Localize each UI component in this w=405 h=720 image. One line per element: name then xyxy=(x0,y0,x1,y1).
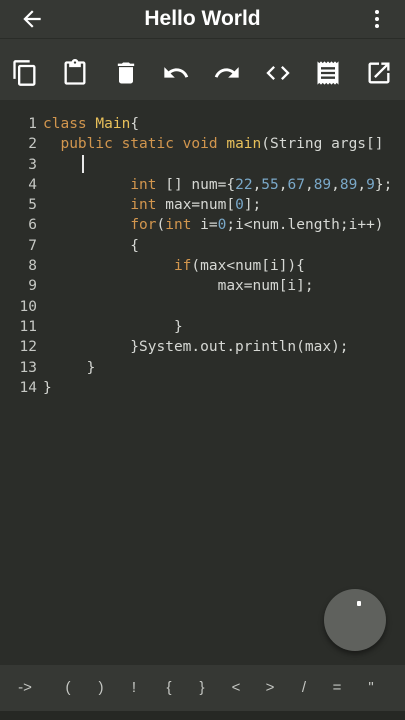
code-text: int max=num[0]; xyxy=(43,195,261,215)
editor-toolbar xyxy=(0,38,405,101)
code-token: , xyxy=(304,176,314,193)
symbol-key[interactable]: / xyxy=(289,677,319,699)
code-token: if xyxy=(173,258,192,275)
undo-icon[interactable] xyxy=(162,59,190,87)
code-token: 89 xyxy=(313,176,332,193)
code-token: max=num[i]; xyxy=(43,278,314,295)
code-token: } xyxy=(43,359,96,376)
code-token: } xyxy=(43,379,52,396)
code-token: 89 xyxy=(339,176,358,193)
symbol-key[interactable]: } xyxy=(187,677,217,699)
code-token: int xyxy=(130,176,157,193)
delete-icon[interactable] xyxy=(112,59,140,87)
run-icon xyxy=(357,601,361,606)
line-number: 7 xyxy=(28,237,37,254)
code-token: , xyxy=(331,176,340,193)
code-token: (String args[] xyxy=(261,136,384,153)
symbol-key[interactable]: " xyxy=(356,677,386,699)
line-number: 5 xyxy=(28,197,37,214)
code-token: for xyxy=(130,217,157,234)
symbol-key[interactable]: > xyxy=(255,677,285,699)
code-editor-app: Hello World 1 class Main{2 public stati… xyxy=(0,0,405,720)
code-text: class Main{ xyxy=(43,114,139,134)
code-text: } xyxy=(43,358,96,378)
code-token: Main xyxy=(95,116,131,132)
code-text: max=num[i]; xyxy=(43,276,314,296)
more-vert-icon[interactable] xyxy=(365,7,389,31)
code-token: 22 xyxy=(235,176,253,193)
line-number: 1 xyxy=(28,116,37,132)
page-title: Hello World xyxy=(144,7,261,30)
code-text: } xyxy=(43,378,52,398)
code-token: max=num[ xyxy=(156,197,236,214)
code-text: { xyxy=(43,236,139,256)
code-token: 55 xyxy=(261,176,279,193)
line-number: 13 xyxy=(19,359,37,376)
symbol-key[interactable]: ( xyxy=(53,677,83,699)
open-external-icon[interactable] xyxy=(365,59,393,87)
code-text: }System.out.println(max); xyxy=(43,337,349,357)
paste-icon[interactable] xyxy=(61,59,89,87)
symbol-bar: -> ()!{} < > / = " xyxy=(0,665,405,711)
line-number: 8 xyxy=(28,258,37,275)
code-text: for(int i=0;i<num.length;i++) xyxy=(43,215,384,235)
line-number: 10 xyxy=(19,298,37,315)
code-text: if(max<num[i]){ xyxy=(43,256,305,276)
symbol-key[interactable]: { xyxy=(154,677,184,699)
redo-icon[interactable] xyxy=(213,59,241,87)
code-token: }; xyxy=(374,176,393,193)
code-token: }System.out.println(max); xyxy=(43,339,349,356)
code-token: ( xyxy=(156,217,166,234)
bottom-strip xyxy=(0,711,405,720)
code-token: , xyxy=(252,176,262,193)
line-number: 11 xyxy=(19,318,37,335)
code-editor[interactable]: 1 class Main{2 public static void main(St… xyxy=(0,100,405,665)
code-token: , xyxy=(357,176,367,193)
code-token: 0 xyxy=(235,197,244,214)
code-token: class xyxy=(43,116,87,132)
code-text: int [] num={22,55,67,89,89,9}; xyxy=(43,175,392,195)
symbol-key[interactable]: ! xyxy=(119,677,149,699)
code-token: int xyxy=(165,217,192,234)
line-number: 12 xyxy=(19,339,37,356)
symbol-key[interactable]: < xyxy=(221,677,251,699)
code-icon[interactable] xyxy=(264,59,292,87)
line-number: 6 xyxy=(28,217,37,234)
line-number: 14 xyxy=(19,379,37,396)
symbol-key[interactable]: ) xyxy=(86,677,116,699)
code-token: (max<num[i]){ xyxy=(191,258,305,275)
code-token: i= xyxy=(191,217,218,234)
code-token: } xyxy=(43,318,183,335)
code-token: 9 xyxy=(366,176,375,193)
receipt-icon[interactable] xyxy=(314,59,342,87)
symbol-key[interactable]: = xyxy=(322,677,352,699)
code-token: ;i<num.length;i++) xyxy=(226,217,384,234)
code-token: main xyxy=(226,136,262,153)
code-token: ]; xyxy=(243,197,262,214)
line-number: 9 xyxy=(28,278,37,295)
code-token: { xyxy=(130,116,140,132)
code-token: public static void xyxy=(60,136,218,153)
code-text: public static void main(String args[] xyxy=(43,134,383,154)
line-number: 2 xyxy=(28,136,37,153)
app-bar: Hello World xyxy=(0,0,405,38)
code-token: 67 xyxy=(287,176,305,193)
text-cursor xyxy=(82,155,84,173)
line-number: 4 xyxy=(28,176,37,193)
run-button[interactable] xyxy=(324,589,386,651)
line-number: 3 xyxy=(28,156,37,173)
code-text: } xyxy=(43,317,183,337)
symbol-key[interactable]: -> xyxy=(10,677,40,699)
code-token: { xyxy=(43,237,140,254)
code-token: , xyxy=(278,176,288,193)
copy-icon[interactable] xyxy=(11,59,39,87)
code-token: [] num={ xyxy=(156,176,236,193)
code-token: int xyxy=(130,197,157,214)
